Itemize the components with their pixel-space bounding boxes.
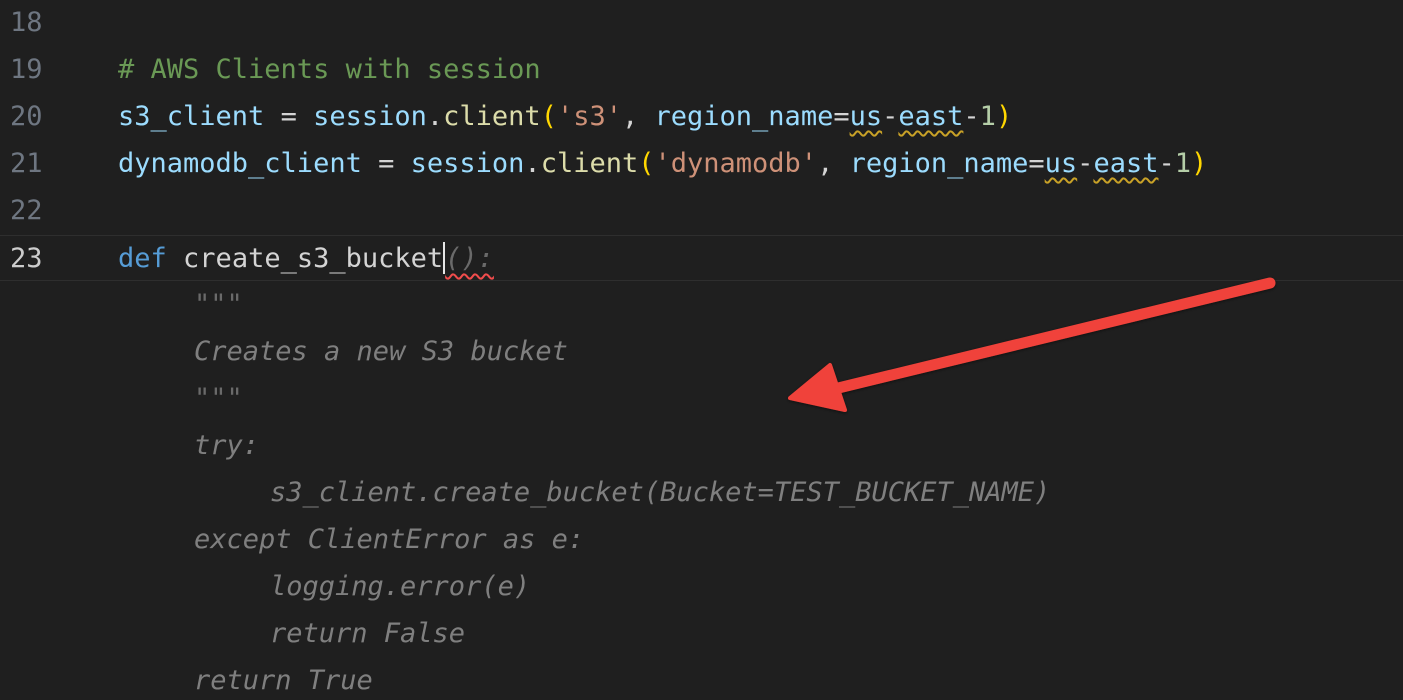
minus: - (882, 101, 899, 132)
warning-token[interactable]: east (898, 101, 963, 132)
line-number: 23 (10, 243, 43, 274)
code-line-21[interactable]: 21 dynamodb_client = session.client('dyn… (0, 141, 1403, 187)
code-line-23[interactable]: 23 def create_s3_bucket(): (0, 235, 1403, 281)
line-number: 18 (10, 7, 43, 38)
warning-token[interactable]: us (1045, 148, 1078, 179)
ghost-line: s3_client.create_bucket(Bucket=TEST_BUCK… (0, 470, 1403, 516)
string-literal: 's3' (556, 101, 622, 132)
operator: = (361, 148, 411, 179)
close-paren: ) (1191, 148, 1208, 179)
ghost-line: Creates a new S3 bucket (0, 329, 1403, 375)
method-name: client (443, 101, 541, 132)
comma: , (817, 148, 850, 179)
number-literal: 1 (1174, 148, 1191, 179)
comma: , (622, 101, 655, 132)
keyword: def (118, 243, 167, 274)
line-number: 20 (10, 101, 43, 132)
minus: - (1077, 148, 1094, 179)
keyword-argument: region_name (654, 101, 834, 132)
operator: = (264, 101, 314, 132)
ghost-line: """ (0, 282, 1403, 328)
ghost-line: """ (0, 376, 1403, 422)
assign: = (833, 101, 850, 132)
ghost-suggestion[interactable]: (): (445, 243, 494, 274)
close-paren: ) (995, 101, 1013, 132)
ghost-line: return True (0, 658, 1403, 700)
code-editor[interactable]: 18 19 # AWS Clients with session 20 s3_c… (0, 0, 1403, 700)
ghost-text: """ (194, 383, 243, 414)
code-text: s3_client = session.client('s3', region_… (118, 94, 1012, 140)
ghost-text: Creates a new S3 bucket (194, 336, 568, 367)
warning-token[interactable]: us (850, 101, 883, 132)
open-paren: ( (638, 148, 655, 179)
code-text: # AWS Clients with session (118, 47, 541, 93)
ghost-line: logging.error(e) (0, 564, 1403, 610)
method-name: client (540, 148, 639, 179)
dot: . (524, 148, 541, 179)
function-name: create_s3_bucket (183, 243, 444, 274)
ghost-line: try: (0, 423, 1403, 469)
code-line-22[interactable]: 22 (0, 188, 1403, 234)
line-number: 21 (10, 148, 43, 179)
ghost-text: return True (194, 665, 373, 696)
dot: . (426, 101, 444, 132)
code-line-19[interactable]: 19 # AWS Clients with session (0, 47, 1403, 93)
code-text: dynamodb_client = session.client('dynamo… (118, 141, 1207, 187)
open-paren: ( (540, 101, 557, 132)
ghost-line: return False (0, 611, 1403, 657)
keyword-argument: region_name (849, 148, 1029, 179)
minus: - (963, 101, 980, 132)
code-line-18[interactable]: 18 (0, 0, 1403, 46)
ghost-text: try: (194, 430, 260, 461)
ghost-text: """ (194, 289, 243, 320)
code-text: def create_s3_bucket(): (118, 236, 494, 282)
variable-name: s3_client (118, 101, 265, 132)
variable-name: dynamodb_client (118, 148, 362, 179)
ghost-text: s3_client.create_bucket(Bucket=TEST_BUCK… (270, 477, 1051, 508)
string-literal: 'dynamodb' (654, 148, 818, 179)
minus: - (1158, 148, 1175, 179)
warning-token[interactable]: east (1093, 148, 1158, 179)
ghost-text: return False (270, 618, 466, 649)
assign: = (1028, 148, 1045, 179)
ghost-text: except ClientError as e: (194, 524, 585, 555)
ghost-line: except ClientError as e: (0, 517, 1403, 563)
ghost-text: logging.error(e) (270, 571, 531, 602)
object-name: session (410, 148, 525, 179)
object-name: session (313, 101, 427, 132)
comment: # AWS Clients with session (118, 54, 541, 85)
line-number: 22 (10, 195, 43, 226)
line-number: 19 (10, 54, 43, 85)
code-line-20[interactable]: 20 s3_client = session.client('s3', regi… (0, 94, 1403, 140)
number-literal: 1 (979, 101, 996, 132)
